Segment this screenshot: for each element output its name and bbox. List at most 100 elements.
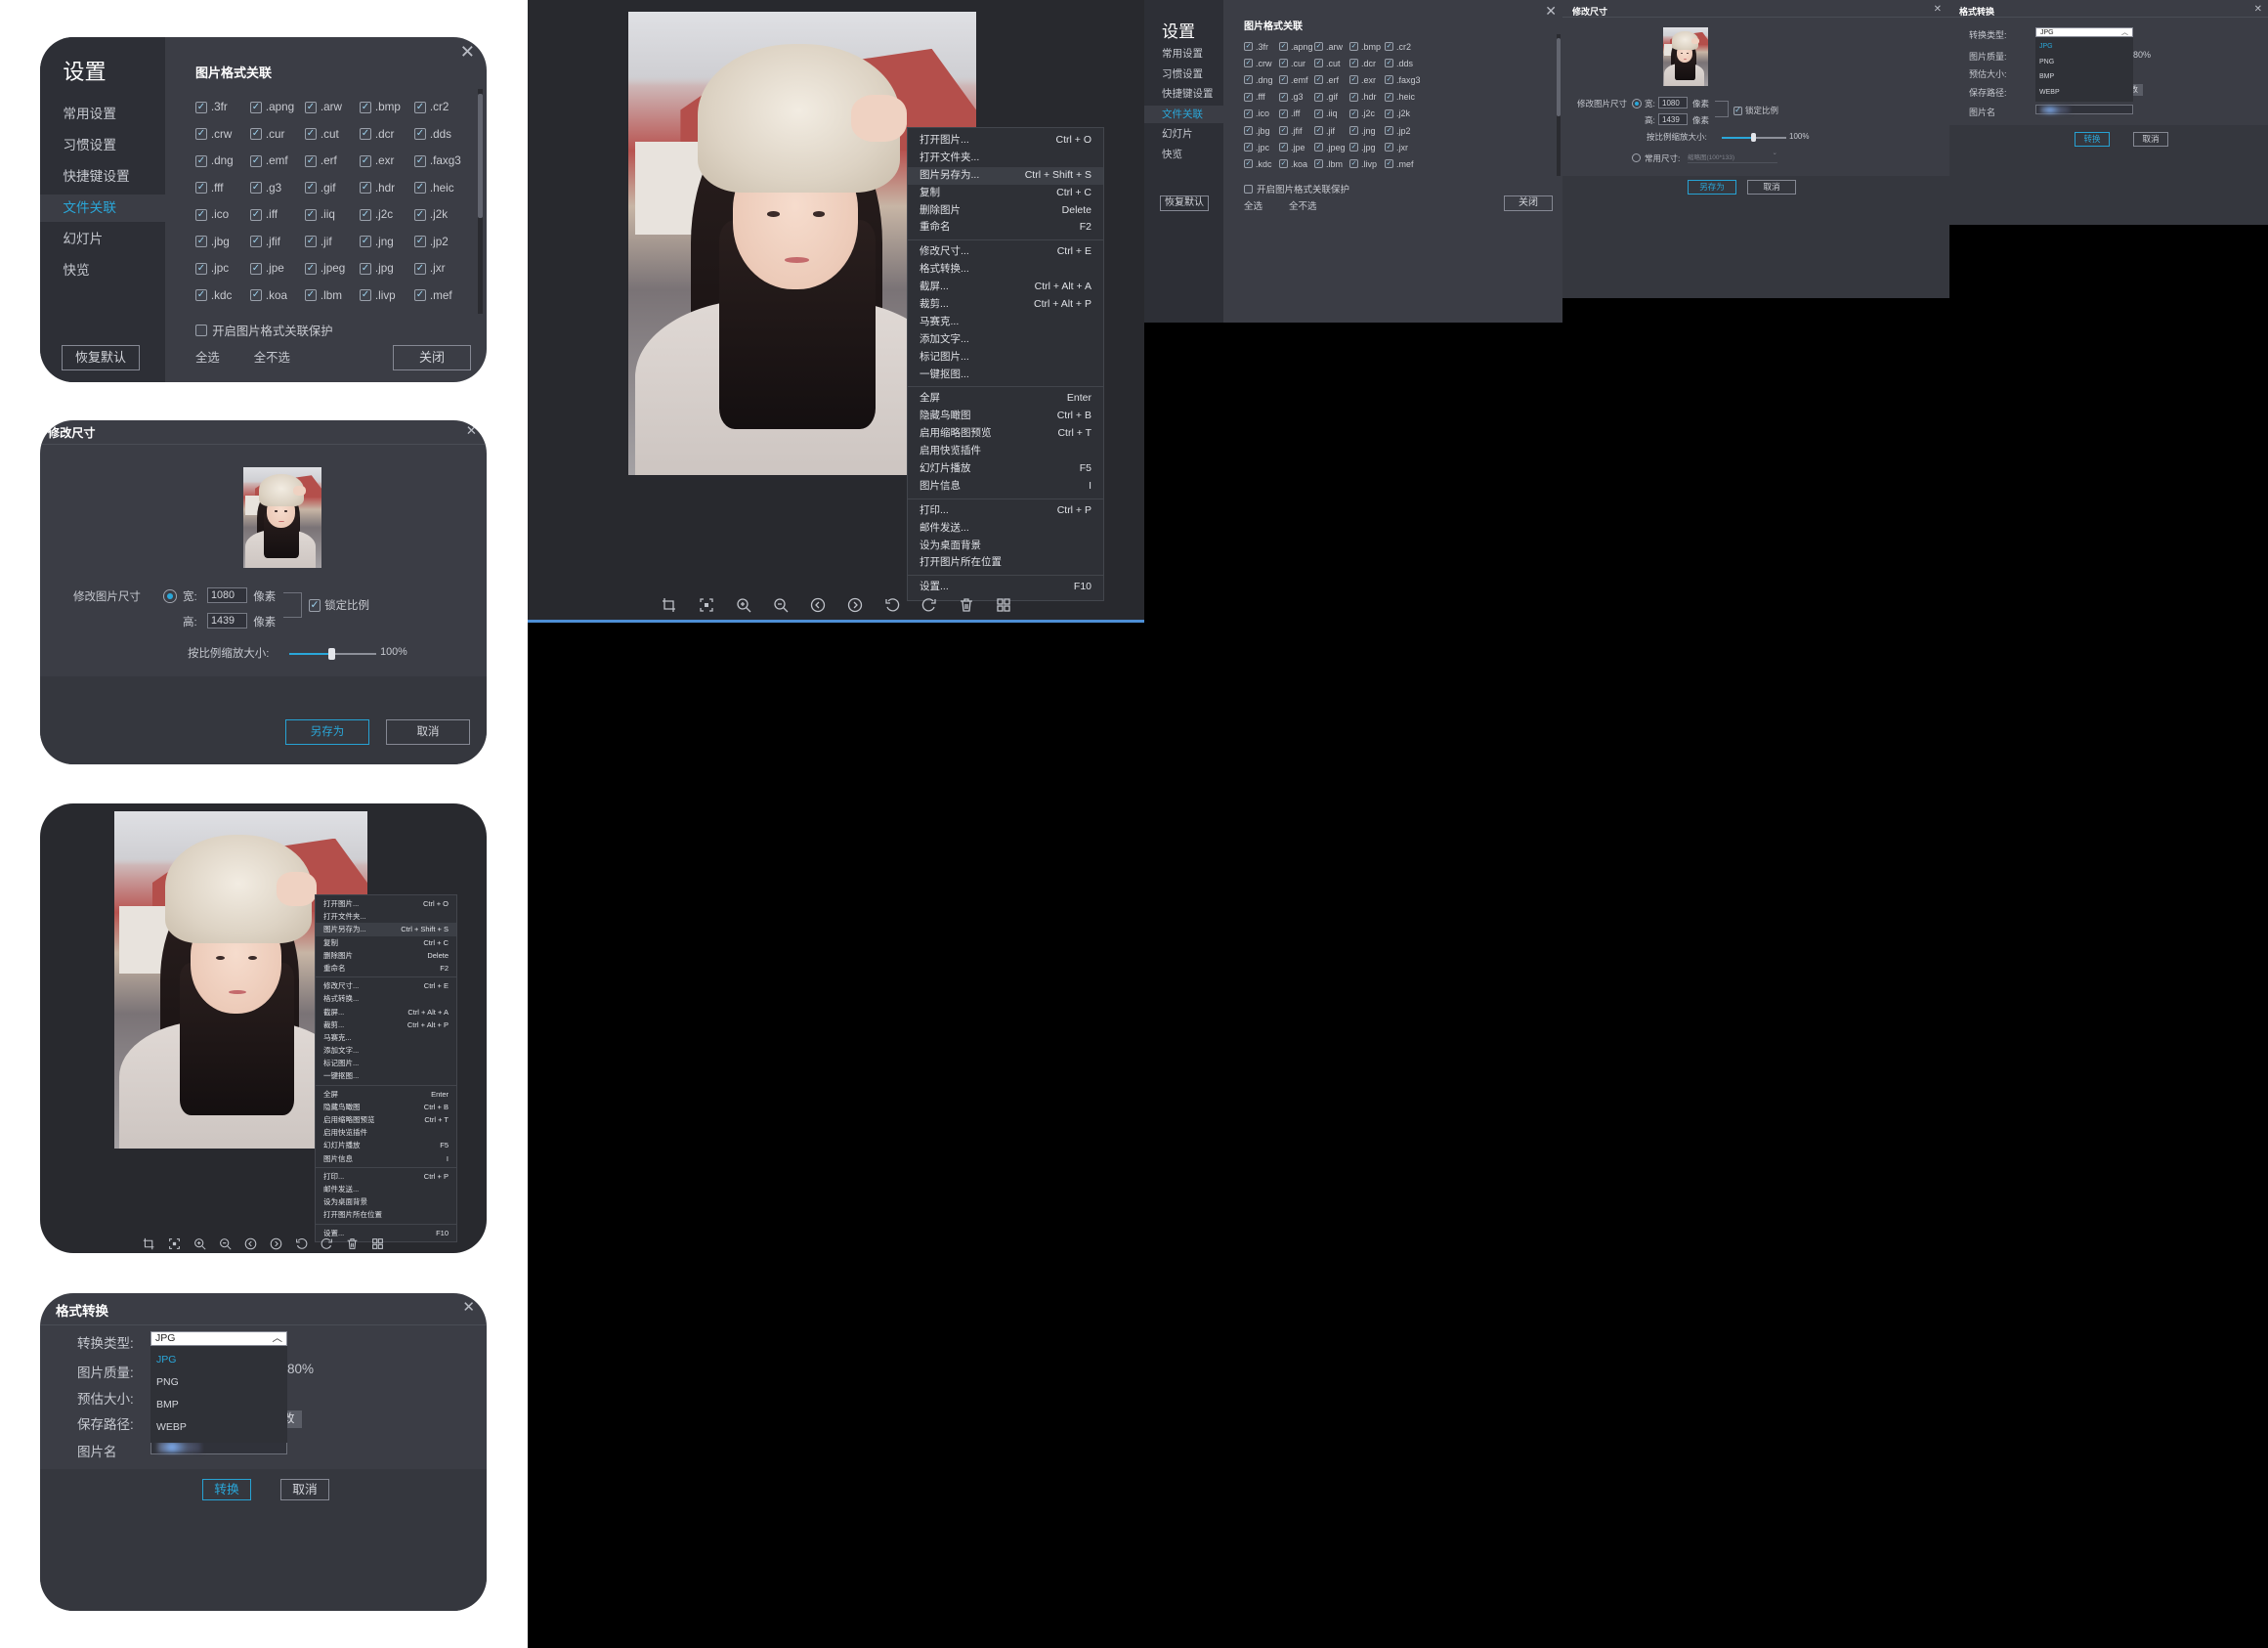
extension-item[interactable]: ✓ .jfif [250,229,305,256]
width-input[interactable]: 1080 [207,586,247,603]
menu-item[interactable]: 格式转换... [316,992,456,1005]
checkbox[interactable]: ✓ [195,262,207,275]
extension-item[interactable]: ✓ .emf [250,148,305,175]
next-icon[interactable] [270,1237,282,1250]
extension-item[interactable]: ✓ .arw [1314,38,1349,55]
menu-item[interactable]: 全屏 Enter [908,390,1103,408]
type-option[interactable]: BMP [150,1394,287,1416]
reset-default-button[interactable]: 恢复默认 [62,345,140,370]
checkbox[interactable]: ✓ [360,236,371,248]
menu-item[interactable]: 格式转换... [908,261,1103,279]
type-select[interactable]: JPG ︿ [2035,27,2133,37]
menu-item[interactable]: 图片另存为... Ctrl + Shift + S [908,166,1103,185]
checkbox[interactable]: ✓ [1279,108,1288,118]
checkbox[interactable]: ✓ [414,101,426,113]
checkbox[interactable]: ✓ [414,236,426,248]
extension-item[interactable]: ✓ .dcr [360,121,414,149]
extension-item[interactable]: ✓ .3fr [195,94,250,121]
type-option[interactable]: JPG [2035,39,2133,55]
close-icon[interactable]: ✕ [460,43,475,61]
checkbox[interactable]: ✓ [414,208,426,221]
menu-item[interactable]: 打开图片... Ctrl + O [908,132,1103,150]
fit-icon[interactable] [168,1237,181,1250]
extension-item[interactable]: ✓ .dds [1385,55,1420,71]
checkbox[interactable]: ✓ [1314,159,1323,169]
scrollbar-thumb[interactable] [1557,38,1561,116]
extension-item[interactable]: ✓ .crw [195,121,250,149]
menu-item[interactable]: 邮件发送... [316,1183,456,1195]
checkbox[interactable]: ✓ [1314,143,1323,152]
checkbox[interactable]: ✓ [1349,59,1358,68]
extension-item[interactable]: ✓ .jp2 [414,229,469,256]
menu-item[interactable]: 设为桌面背景 [316,1195,456,1208]
checkbox[interactable]: ✓ [305,262,317,275]
checkbox[interactable]: ✓ [1385,108,1393,118]
extension-item[interactable]: ✓ .hdr [1349,89,1385,106]
type-option[interactable]: WEBP [2035,85,2133,101]
extension-item[interactable]: ✓ .koa [1279,155,1314,172]
close-icon[interactable]: ✕ [1545,4,1557,18]
menu-item[interactable]: 打开图片所在位置 [908,554,1103,572]
checkbox[interactable]: ✓ [1385,42,1393,52]
sidebar-item-5[interactable]: 快览 [1144,146,1223,163]
extension-item[interactable]: ✓ .hdr [360,175,414,202]
crop-icon[interactable] [143,1237,155,1250]
checkbox[interactable]: ✓ [414,128,426,141]
extension-item[interactable]: ✓ .dcr [1349,55,1385,71]
extension-item[interactable]: ✓ .livp [1349,155,1385,172]
checkbox[interactable]: ✓ [414,154,426,167]
extension-item[interactable]: ✓ .dng [1244,71,1279,88]
extension-item[interactable]: ✓ .j2c [1349,106,1385,122]
menu-item[interactable]: 马赛克... [316,1031,456,1044]
delete-icon[interactable] [346,1237,359,1250]
checkbox[interactable]: ✓ [308,599,321,612]
sidebar-item-1[interactable]: 习惯设置 [40,132,165,159]
menu-item[interactable]: 全屏 Enter [316,1088,456,1101]
extension-item[interactable]: ✓ .fff [195,175,250,202]
checkbox[interactable]: ✓ [1733,106,1742,115]
select-all-link[interactable]: 全选 [1244,198,1262,212]
menu-item[interactable]: 重命名 F2 [316,962,456,975]
checkbox[interactable]: ✓ [1385,75,1393,85]
sidebar-item-2[interactable]: 快捷键设置 [1144,85,1223,103]
extension-item[interactable]: ✓ .jxr [414,255,469,282]
menu-item[interactable]: 启用缩略图预览 Ctrl + T [316,1113,456,1126]
menu-item[interactable]: 裁剪... Ctrl + Alt + P [316,1019,456,1031]
extension-item[interactable]: ✓ .erf [1314,71,1349,88]
menu-item[interactable]: 打印... Ctrl + P [316,1170,456,1183]
checkbox[interactable]: ✓ [1279,143,1288,152]
sidebar-item-5[interactable]: 快览 [40,257,165,284]
checkbox[interactable]: ✓ [1349,75,1358,85]
checkbox[interactable]: ✓ [305,289,317,302]
checkbox[interactable]: ✓ [1349,159,1358,169]
zoom-out-icon[interactable] [773,597,789,613]
cancel-button[interactable]: 取消 [386,719,470,745]
checkbox[interactable]: ✓ [414,289,426,302]
extension-item[interactable]: ✓ .jbg [1244,122,1279,139]
grid-icon[interactable] [996,597,1011,613]
slider-handle[interactable] [328,647,336,660]
zoom-out-icon[interactable] [219,1237,232,1250]
checkbox[interactable]: ✓ [1279,42,1288,52]
extension-item[interactable]: ✓ .jp2 [1385,122,1420,139]
checkbox[interactable]: ✓ [1244,159,1253,169]
convert-button[interactable]: 转换 [202,1479,251,1500]
extension-item[interactable]: ✓ .jpeg [305,255,360,282]
sidebar-item-3[interactable]: 文件关联 [1144,105,1223,123]
checkbox[interactable]: ✓ [195,289,207,302]
type-option[interactable]: PNG [150,1371,287,1394]
menu-item[interactable]: 一键抠图... [908,367,1103,384]
extension-item[interactable]: ✓ .lbm [305,282,360,310]
checkbox[interactable]: ✓ [360,154,371,167]
sidebar-item-2[interactable]: 快捷键设置 [40,163,165,191]
checkbox[interactable]: ✓ [1349,143,1358,152]
checkbox[interactable]: ✓ [360,262,371,275]
checkbox[interactable]: ✓ [195,128,207,141]
resize-radio[interactable] [1632,99,1642,108]
extension-item[interactable]: ✓ .crw [1244,55,1279,71]
extension-item[interactable]: ✓ .fff [1244,89,1279,106]
extension-item[interactable]: ✓ .g3 [250,175,305,202]
checkbox[interactable]: ✓ [1279,126,1288,136]
extension-item[interactable]: ✓ .jng [1349,122,1385,139]
menu-item[interactable]: 打开文件夹... [908,150,1103,167]
